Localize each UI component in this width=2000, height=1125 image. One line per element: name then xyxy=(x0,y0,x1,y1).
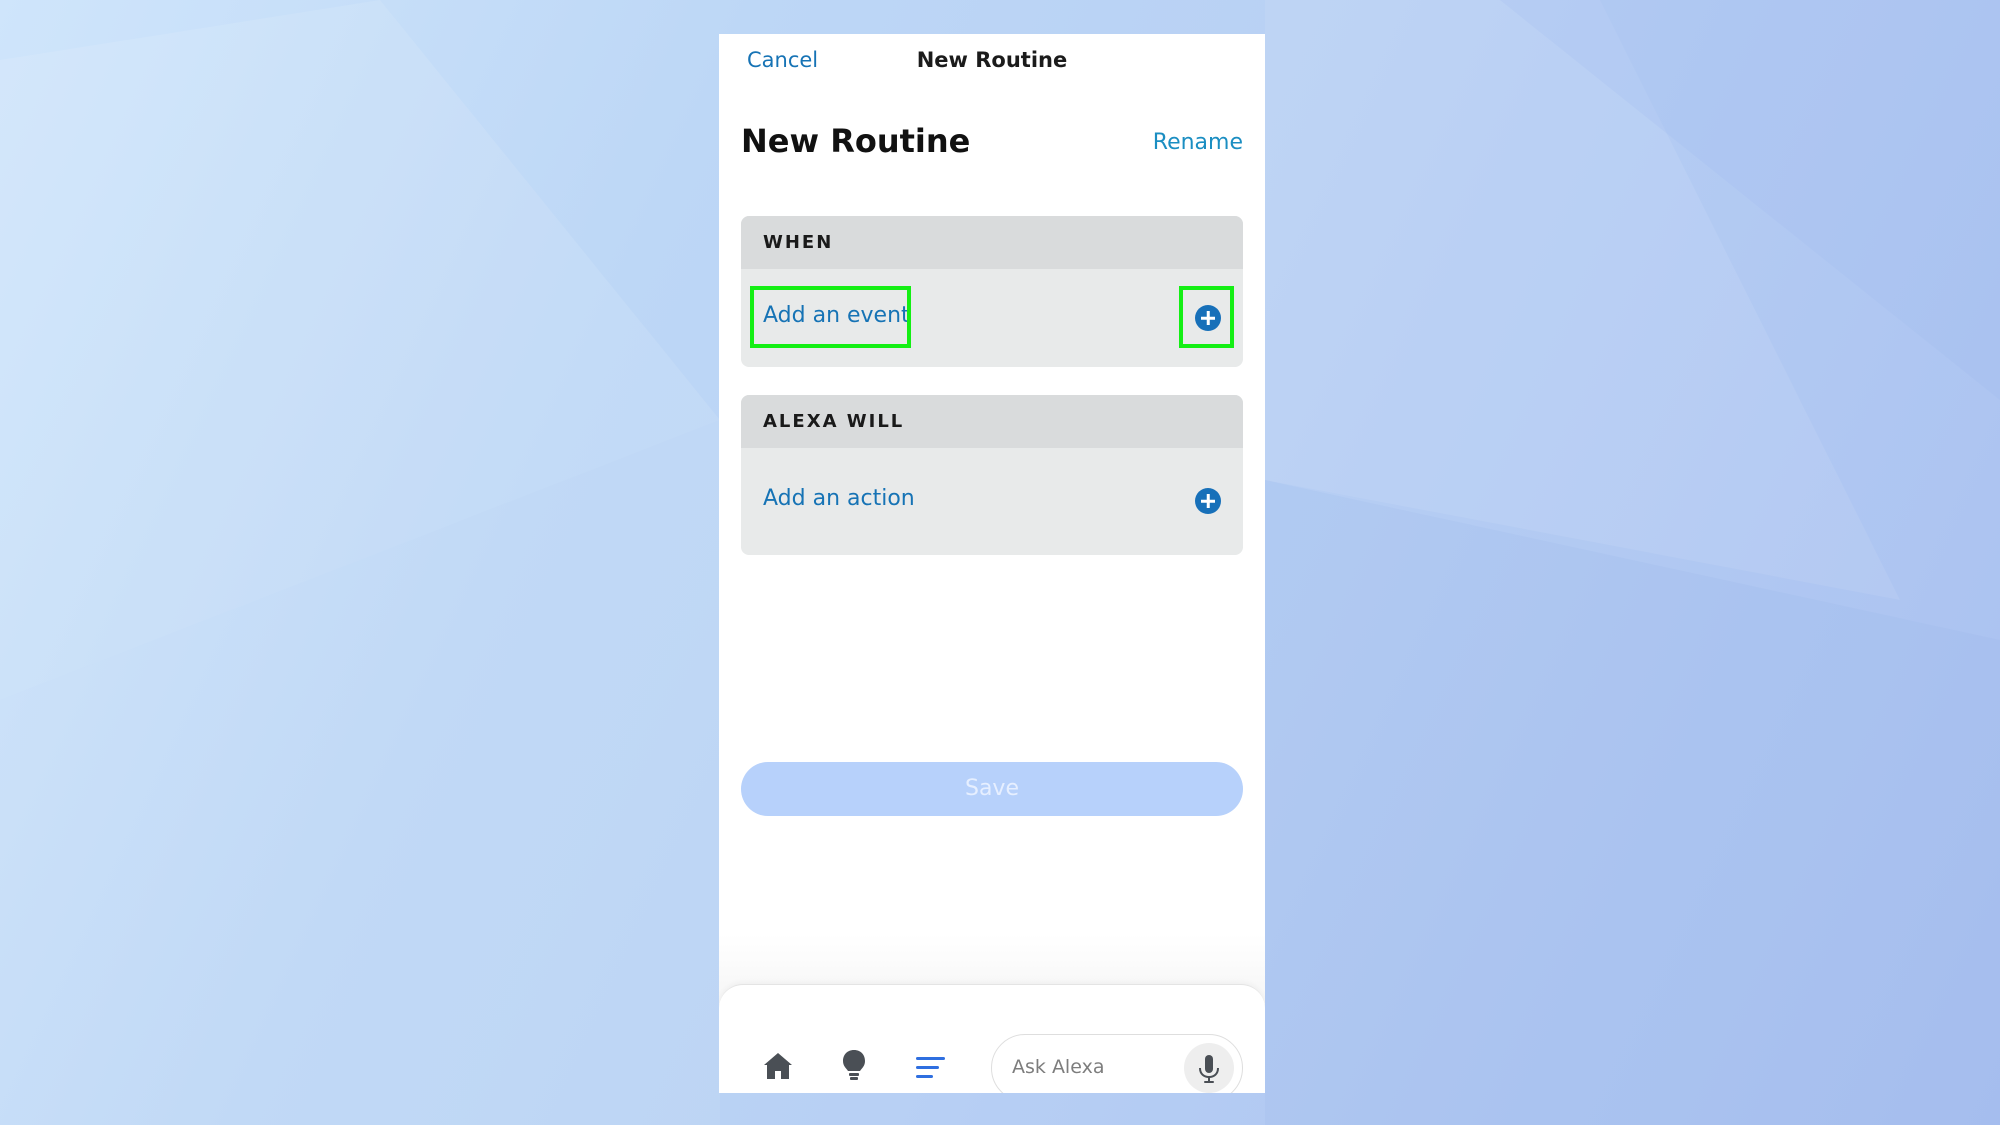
home-icon[interactable] xyxy=(762,1050,794,1082)
rename-button[interactable]: Rename xyxy=(1153,130,1243,155)
ask-alexa-input[interactable]: Ask Alexa xyxy=(991,1034,1243,1093)
when-card: WHEN Add an event xyxy=(741,216,1243,367)
save-button[interactable]: Save xyxy=(741,762,1243,816)
alexa-will-card: ALEXA WILL Add an action xyxy=(741,395,1243,555)
lightbulb-icon[interactable] xyxy=(841,1049,867,1083)
add-action-link[interactable]: Add an action xyxy=(763,486,915,511)
menu-lines-icon[interactable] xyxy=(916,1056,946,1080)
add-event-link[interactable]: Add an event xyxy=(763,303,910,328)
page-title: New Routine xyxy=(741,122,971,160)
microphone-icon xyxy=(1199,1055,1219,1083)
phone-screen: Cancel New Routine New Routine Rename WH… xyxy=(719,34,1265,1093)
topbar-title: New Routine xyxy=(916,48,1068,72)
when-section-header: WHEN xyxy=(741,216,1243,269)
add-action-row[interactable]: Add an action xyxy=(741,448,1243,555)
microphone-button[interactable] xyxy=(1184,1043,1234,1093)
ask-alexa-placeholder: Ask Alexa xyxy=(1012,1056,1105,1078)
add-event-row[interactable]: Add an event xyxy=(741,269,1243,367)
add-action-plus-icon[interactable] xyxy=(1195,488,1221,514)
alexa-will-section-header: ALEXA WILL xyxy=(741,395,1243,448)
add-event-plus-icon[interactable] xyxy=(1195,305,1221,331)
